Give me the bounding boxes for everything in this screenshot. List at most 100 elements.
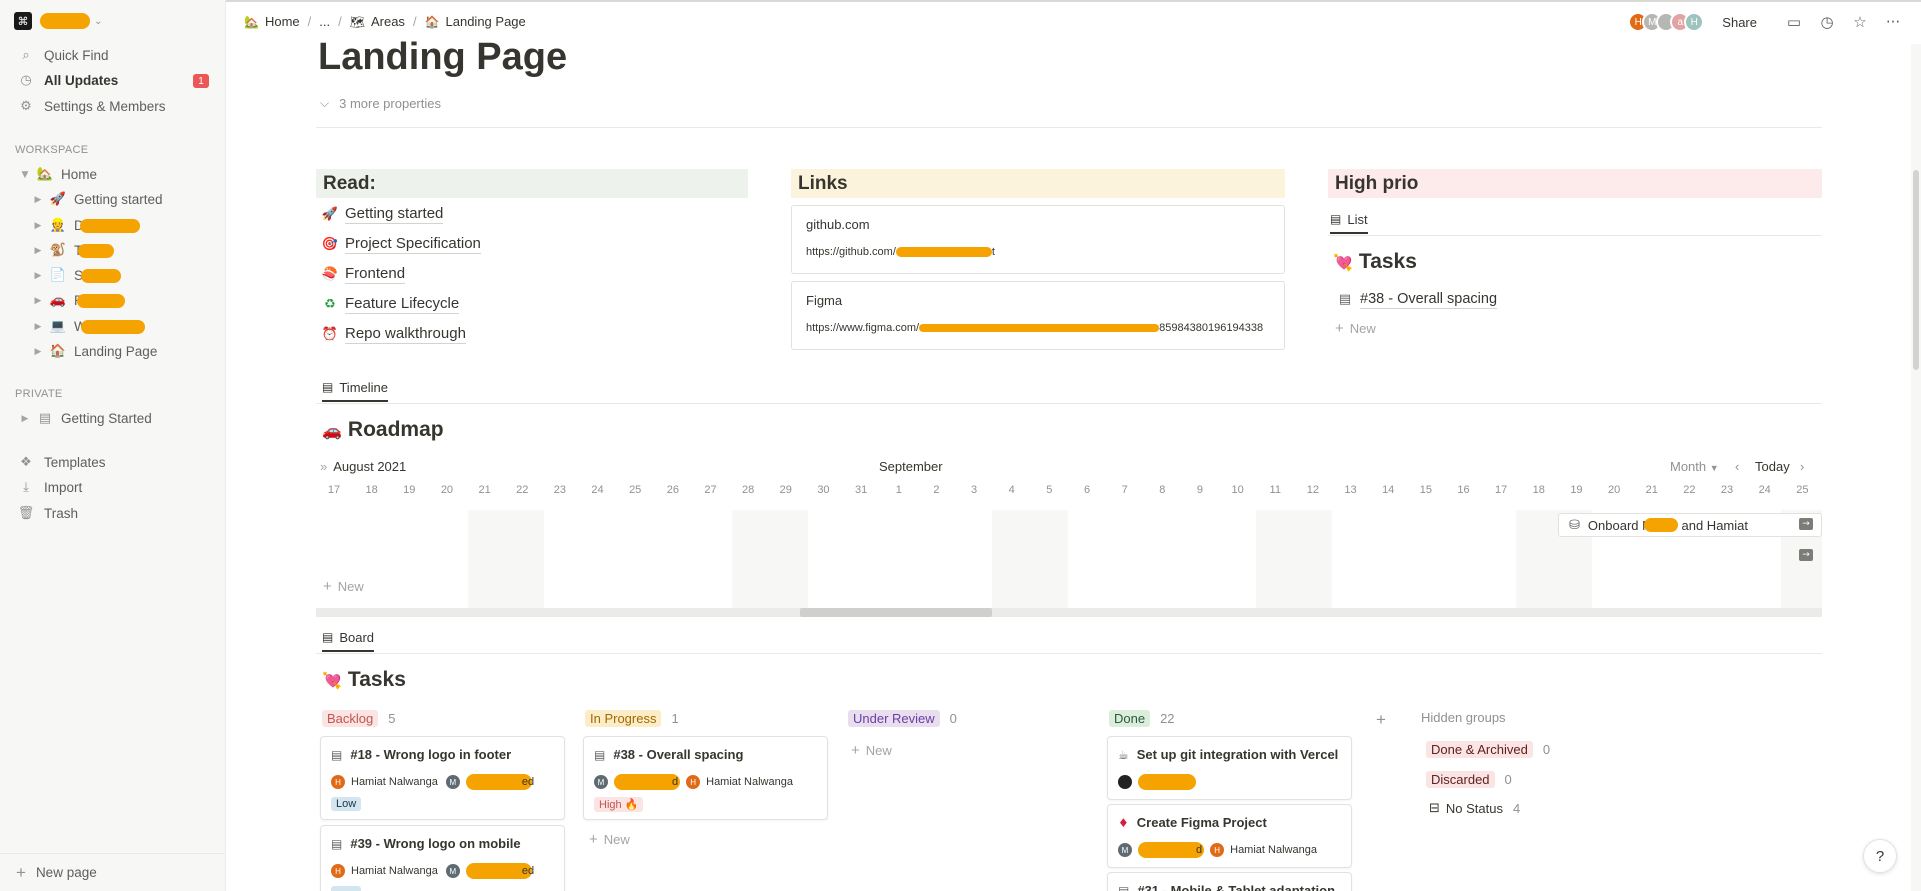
open-item-arrow-icon[interactable]: → — [1799, 549, 1813, 561]
board-card[interactable]: ▤ #18 - Wrong logo in footer H Hamiat Nal… — [320, 736, 565, 820]
toggle-closed-icon[interactable]: ▶ — [32, 246, 44, 256]
list-item[interactable]: ▤ #38 - Overall spacing — [1335, 290, 1498, 309]
timeline-day-label: 19 — [403, 484, 416, 496]
toggle-closed-icon[interactable]: ▶ — [32, 221, 44, 231]
chevron-updown-icon: ⌄ — [94, 15, 103, 27]
toggle-closed-icon[interactable]: ▶ — [32, 271, 44, 281]
bookmark-figma[interactable]: Figma https://www.figma.com/859843801961… — [791, 281, 1285, 350]
heart-icon: 💘 — [1333, 252, 1353, 272]
open-item-arrow-icon[interactable]: → — [1799, 518, 1813, 530]
toggle-open-icon[interactable]: ▼ — [19, 170, 31, 180]
scrollbar-thumb[interactable] — [1913, 170, 1919, 370]
sidebar-item-private-getting-started[interactable]: ▶ ▤ Getting Started — [0, 406, 225, 431]
timeline-day-label: 24 — [591, 484, 604, 496]
crumb-areas[interactable]: Areas — [371, 14, 405, 29]
timeline-view-mode-select[interactable]: Month ▼ — [1670, 459, 1719, 474]
import[interactable]: ⤓ Import — [0, 475, 225, 500]
import-icon: ⤓ — [23, 480, 29, 495]
board-card[interactable]: ▤ #31 - Mobile & Tablet adaptation — [1107, 872, 1352, 891]
more-icon[interactable]: ··· — [1883, 13, 1903, 31]
board-card[interactable]: ♦ Create Figma Project M d H Hamiat Nalwa… — [1107, 804, 1352, 868]
read-link-project-specification[interactable]: 🎯 Project Specification — [320, 235, 481, 254]
new-timeline-item-button[interactable]: + New — [323, 578, 364, 595]
sidebar-item-landing-page[interactable]: ▶ 🏠 Landing Page — [0, 339, 225, 364]
timeline-day-label: 25 — [629, 484, 642, 496]
history-clock-icon[interactable]: ◷ — [1817, 13, 1837, 31]
read-link-repo-walkthrough[interactable]: ⏰ Repo walkthrough — [320, 325, 466, 344]
person-property: M d H Hamiat Nalwanga — [1118, 842, 1317, 858]
search-icon: ⌕ — [22, 48, 30, 63]
tab-board[interactable]: ▤ Board — [322, 624, 375, 652]
read-link-frontend[interactable]: 🍣 Frontend — [320, 265, 406, 284]
board-group-in-progress[interactable]: In Progress 1 — [585, 710, 679, 727]
read-link-getting-started[interactable]: 🚀 Getting started — [320, 205, 444, 224]
sidebar-item-redacted[interactable]: ▶ 🚗 P — [0, 288, 225, 313]
bookmark-github[interactable]: github.com https://github.com/t — [791, 205, 1285, 274]
db-title-tasks-board[interactable]: 💘 Tasks — [322, 668, 406, 692]
chevron-left-icon[interactable]: ‹ — [1735, 459, 1739, 474]
toggle-closed-icon[interactable]: ▶ — [32, 296, 44, 306]
page-scrollbar[interactable] — [1911, 44, 1921, 891]
private-section-label: PRIVATE — [15, 388, 63, 400]
page-title[interactable]: Landing Page — [318, 36, 567, 79]
board-group-backlog[interactable]: Backlog 5 — [322, 710, 395, 727]
share-button[interactable]: Share — [1722, 15, 1757, 30]
hidden-group-done-archived[interactable]: Done & Archived 0 — [1426, 741, 1550, 758]
chevron-right-icon[interactable]: › — [1800, 459, 1804, 474]
page-emoji-icon: 👷 — [49, 218, 67, 233]
new-page-button[interactable]: + New page — [0, 853, 225, 891]
avatar[interactable]: H — [1684, 12, 1705, 32]
tab-timeline[interactable]: ▤ Timeline — [322, 374, 388, 402]
crumb-ellipsis[interactable]: ... — [319, 14, 330, 29]
db-title-tasks[interactable]: 💘 Tasks — [1333, 250, 1417, 274]
toggle-closed-icon[interactable]: ▶ — [32, 347, 44, 357]
timeline-scrollbar[interactable] — [316, 608, 1822, 617]
board-group-under-review[interactable]: Under Review 0 — [848, 710, 957, 727]
hidden-group-no-status[interactable]: ⊟ No Status 4 — [1429, 801, 1520, 816]
add-group-plus-icon[interactable]: + — [1376, 710, 1386, 730]
db-title-roadmap[interactable]: 🚗 Roadmap — [322, 418, 444, 442]
person-property: H Hamiat Nalwanga M ed — [331, 863, 534, 879]
crumb-home[interactable]: Home — [265, 14, 300, 29]
avatar: M — [445, 864, 460, 878]
links-heading: Links — [791, 169, 1285, 198]
read-link-feature-lifecycle[interactable]: ♻ Feature Lifecycle — [320, 295, 460, 314]
sidebar-item-home[interactable]: ▼ 🏡 Home — [0, 162, 225, 187]
new-list-item-button[interactable]: + New — [1335, 320, 1376, 337]
recycle-icon: ♻ — [324, 297, 336, 312]
new-card-button[interactable]: + New — [589, 831, 630, 848]
quick-find[interactable]: ⌕ Quick Find — [0, 43, 225, 68]
star-icon[interactable]: ☆ — [1850, 13, 1870, 31]
toggle-closed-icon[interactable]: ▶ — [32, 322, 44, 332]
help-button[interactable]: ? — [1863, 839, 1897, 873]
board-card[interactable]: ▤ #39 - Wrong logo on mobile H Hamiat Nal… — [320, 825, 565, 891]
trash[interactable]: 🗑 Trash — [0, 501, 225, 526]
timeline-scrollbar-thumb[interactable] — [800, 608, 992, 617]
sidebar-item-redacted[interactable]: ▶ 📄 St — [0, 263, 225, 288]
timeline-day-label: 9 — [1196, 484, 1203, 496]
sidebar-item-redacted[interactable]: ▶ 👷 D — [0, 213, 225, 238]
sidebar-item-redacted[interactable]: ▶ 🐒 T — [0, 238, 225, 263]
settings-members[interactable]: ⚙ Settings & Members — [0, 94, 225, 119]
timeline-day-label: 18 — [1532, 484, 1545, 496]
crumb-landing-page[interactable]: Landing Page — [446, 14, 526, 29]
gear-icon: ⚙ — [20, 99, 32, 114]
comment-icon[interactable]: ▭ — [1784, 13, 1804, 31]
more-properties-toggle[interactable]: ⌵ 3 more properties — [320, 96, 441, 111]
tab-list[interactable]: ▤ List — [1330, 206, 1368, 234]
sidebar-item-getting-started[interactable]: ▶ 🚀 Getting started — [0, 187, 225, 212]
hidden-group-discarded[interactable]: Discarded 0 — [1426, 771, 1512, 788]
toggle-closed-icon[interactable]: ▶ — [19, 414, 31, 424]
toggle-closed-icon[interactable]: ▶ — [32, 195, 44, 205]
sidebar-item-redacted[interactable]: ▶ 💻 W — [0, 314, 225, 339]
today-button[interactable]: Today — [1755, 459, 1790, 474]
workspace-switcher[interactable]: ⌘ ⌄ — [14, 10, 102, 32]
board-group-done[interactable]: Done 22 — [1109, 710, 1175, 727]
all-updates[interactable]: ◷ All Updates 1 — [0, 68, 225, 93]
timeline-day-label: 8 — [1159, 484, 1166, 496]
timeline-card-onboard[interactable]: ⛁ Onboard N and Hamiat — [1558, 513, 1822, 537]
board-card[interactable]: ▤ #38 - Overall spacing M d H Hamiat Nalw… — [583, 736, 828, 820]
new-card-button[interactable]: + New — [851, 742, 892, 759]
board-card[interactable]: ☕ Set up git integration with Vercel — [1107, 736, 1352, 800]
templates[interactable]: ❖ Templates — [0, 450, 225, 475]
